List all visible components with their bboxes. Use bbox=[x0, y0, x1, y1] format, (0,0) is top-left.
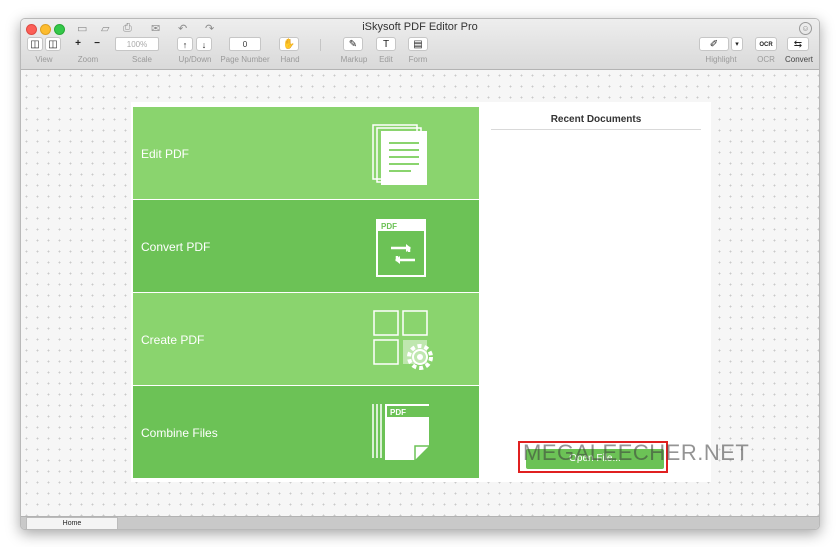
zoom-in-button[interactable]: + bbox=[70, 37, 86, 51]
hand-label: Hand bbox=[280, 55, 300, 64]
convert-pdf-label: Convert PDF bbox=[141, 240, 211, 254]
page-number-input[interactable]: 0 bbox=[229, 37, 261, 51]
edit-label: Edit bbox=[379, 55, 393, 64]
edit-text-icon: T bbox=[382, 39, 390, 50]
edit-button[interactable]: T bbox=[376, 37, 396, 51]
highlight-label: Highlight bbox=[705, 55, 737, 64]
app-window: ▭ ▱ ⎙ ✉ ↶ ↷ iSkysoft PDF Editor Pro ☺ ◫ … bbox=[20, 18, 820, 530]
recent-documents-heading: Recent Documents bbox=[550, 114, 642, 125]
pdf-convert-icon: PDF bbox=[376, 219, 426, 277]
markup-label: Markup bbox=[340, 55, 368, 64]
document-canvas: Edit PDF Convert PDF PDF Create PDF Comb… bbox=[21, 70, 819, 517]
watermark-text: MEGALEECHER.NET bbox=[523, 440, 750, 465]
form-icon: ▤ bbox=[413, 39, 423, 50]
view-double-button[interactable]: ◫ bbox=[45, 37, 61, 51]
zoom-out-button[interactable]: − bbox=[89, 37, 105, 51]
form-button[interactable]: ▤ bbox=[408, 37, 428, 51]
edit-pdf-tile[interactable]: Edit PDF bbox=[133, 107, 479, 199]
tab-bar: Home bbox=[21, 516, 819, 529]
combine-files-tile[interactable]: Combine Files PDF bbox=[133, 386, 479, 478]
tab-home[interactable]: Home bbox=[26, 517, 118, 529]
feedback-smiley-icon[interactable]: ☺ bbox=[799, 22, 812, 35]
edit-pdf-label: Edit PDF bbox=[141, 147, 190, 161]
pdf-badge: PDF bbox=[390, 408, 406, 417]
create-grid-gear-icon bbox=[373, 310, 433, 370]
recent-documents-list[interactable] bbox=[491, 132, 701, 432]
scale-label: Scale bbox=[131, 55, 152, 64]
convert-label: Convert bbox=[784, 55, 813, 64]
hand-tool-button[interactable]: ✋ bbox=[279, 37, 299, 51]
highlighter-icon: ✐ bbox=[709, 39, 719, 50]
window-title: iSkysoft PDF Editor Pro bbox=[362, 21, 478, 33]
convert-pdf-tile[interactable]: Convert PDF PDF bbox=[133, 200, 479, 292]
convert-icon: ⇆ bbox=[793, 39, 803, 50]
page-up-button[interactable]: ↑ bbox=[177, 37, 193, 51]
markup-button[interactable]: ✎ bbox=[343, 37, 363, 51]
page-number-label: Page Number bbox=[220, 55, 270, 64]
hand-icon: ✋ bbox=[282, 39, 296, 50]
highlight-button[interactable]: ✐ bbox=[699, 37, 729, 51]
convert-button[interactable]: ⇆ bbox=[787, 37, 809, 51]
highlight-dropdown[interactable]: ▾ bbox=[731, 37, 743, 51]
ocr-button[interactable]: OCR bbox=[755, 37, 777, 51]
pdf-combine-icon: PDF bbox=[372, 404, 429, 460]
updown-label: Up/Down bbox=[178, 55, 212, 64]
pdf-badge: PDF bbox=[381, 222, 397, 231]
view-single-button[interactable]: ◫ bbox=[27, 37, 43, 51]
recent-divider bbox=[491, 129, 701, 130]
scale-select[interactable]: 100% bbox=[115, 37, 159, 51]
ocr-label: OCR bbox=[757, 55, 775, 64]
toolbar-divider bbox=[320, 39, 321, 51]
form-label: Form bbox=[408, 55, 428, 64]
document-stack-icon bbox=[372, 124, 427, 185]
markup-icon: ✎ bbox=[348, 39, 358, 50]
welcome-panel: Edit PDF Convert PDF PDF Create PDF Comb… bbox=[131, 102, 749, 482]
title-bar: ▭ ▱ ⎙ ✉ ↶ ↷ iSkysoft PDF Editor Pro ☺ ◫ … bbox=[21, 19, 819, 70]
create-pdf-label: Create PDF bbox=[141, 333, 205, 347]
view-label: View bbox=[35, 55, 53, 64]
zoom-label: Zoom bbox=[77, 55, 99, 64]
chevron-down-icon: ▾ bbox=[735, 41, 739, 48]
create-pdf-tile[interactable]: Create PDF bbox=[133, 293, 479, 385]
combine-files-label: Combine Files bbox=[141, 426, 218, 440]
page-down-button[interactable]: ↓ bbox=[196, 37, 212, 51]
ocr-icon: OCR bbox=[759, 42, 773, 48]
